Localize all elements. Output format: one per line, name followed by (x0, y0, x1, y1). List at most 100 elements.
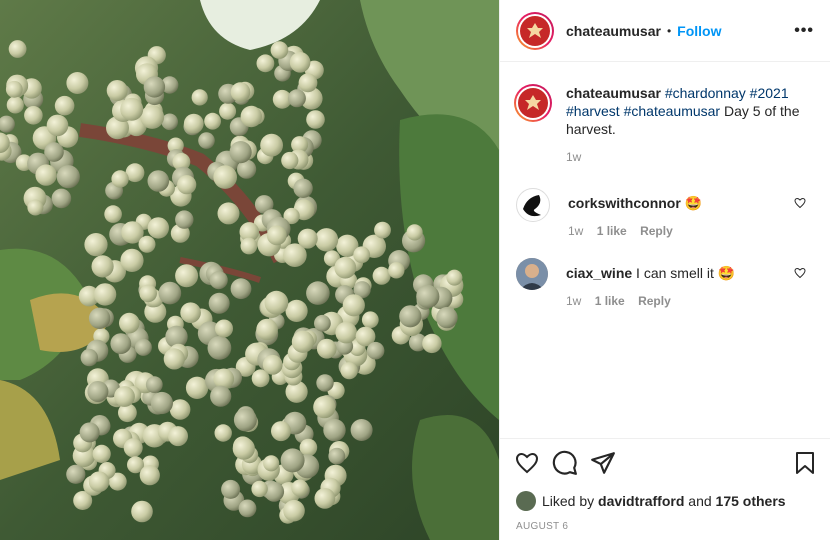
caption-time[interactable]: 1w (566, 148, 806, 166)
grape (80, 348, 99, 367)
comment-likes[interactable]: 1 like (597, 224, 627, 238)
like-comment-heart-icon[interactable] (794, 266, 806, 282)
grape (198, 132, 215, 149)
grape (283, 499, 305, 522)
commenter-avatar[interactable] (516, 258, 548, 290)
grape (260, 133, 283, 157)
likes-others[interactable]: 175 others (716, 493, 786, 509)
grape (24, 106, 43, 125)
comment-meta: 1w 1 like Reply (568, 224, 814, 238)
like-comment-heart-icon[interactable] (794, 196, 806, 212)
grape (297, 228, 318, 249)
grape (8, 40, 27, 58)
grape (191, 89, 208, 106)
grape (183, 113, 204, 134)
grape (316, 374, 334, 392)
grape (56, 165, 80, 189)
grape (147, 170, 170, 192)
caption-text: chateaumusar #chardonnay #2021 #harvest … (566, 84, 806, 166)
comment-time[interactable]: 1w (568, 224, 583, 238)
grape (323, 418, 346, 442)
grape (399, 305, 422, 328)
grape (104, 205, 122, 223)
grape (84, 233, 108, 257)
grape (316, 338, 337, 359)
grape (366, 341, 385, 360)
comment-time[interactable]: 1w (566, 294, 581, 308)
grape (139, 465, 160, 486)
post-header: chateaumusar • Follow ••• (500, 0, 830, 62)
comment-username[interactable]: corkswithconnor (568, 195, 681, 211)
grape (138, 235, 156, 253)
grape (215, 319, 233, 338)
post-date[interactable]: AUGUST 6 (500, 511, 830, 532)
caption-avatar[interactable] (514, 84, 552, 122)
share-icon[interactable] (590, 450, 616, 479)
grape (262, 354, 283, 375)
heart-icon[interactable] (514, 451, 540, 478)
more-options-icon[interactable]: ••• (794, 22, 814, 40)
grape (106, 80, 128, 101)
comment-likes[interactable]: 1 like (595, 294, 625, 308)
grape-photo-image (0, 0, 499, 540)
grape (214, 424, 232, 442)
comment-icon[interactable] (552, 450, 578, 479)
grape (46, 114, 69, 137)
liker-username[interactable]: davidtrafford (598, 493, 684, 509)
grape (291, 330, 314, 353)
avatar[interactable] (516, 11, 554, 50)
grape (256, 318, 278, 341)
hashtag[interactable]: #harvest (566, 103, 620, 119)
commenter-avatar[interactable] (516, 188, 550, 222)
grape (233, 408, 257, 432)
grape (131, 500, 153, 523)
grape (213, 368, 235, 390)
grape (88, 471, 110, 493)
grape (342, 294, 365, 317)
comment-text: I can smell it 🤩 (636, 265, 736, 281)
post-photo[interactable] (0, 0, 499, 540)
bookmark-icon[interactable] (793, 450, 817, 479)
grape (264, 290, 289, 315)
grape (298, 73, 318, 93)
comment-username[interactable]: ciax_wine (566, 265, 632, 281)
grape (314, 228, 339, 252)
header-username[interactable]: chateaumusar (566, 23, 661, 39)
grape (361, 311, 379, 329)
grape (134, 338, 152, 356)
grape (280, 448, 305, 473)
grape (291, 479, 309, 497)
grape (217, 202, 240, 225)
instagram-post: chateaumusar • Follow ••• chateaumusar #… (0, 0, 830, 540)
grape (139, 284, 157, 303)
liker-avatar[interactable] (516, 491, 536, 511)
hashtag[interactable]: #chardonnay (665, 85, 746, 101)
follow-button[interactable]: Follow (677, 23, 721, 39)
grape (372, 266, 391, 285)
grape (238, 499, 257, 518)
separator-dot: • (666, 23, 672, 38)
grape (92, 444, 111, 463)
comment: ciax_wine I can smell it 🤩 1w 1 like Rep… (500, 258, 830, 308)
grape (120, 248, 144, 272)
grape (314, 314, 331, 332)
grape (145, 376, 163, 393)
grape (416, 284, 440, 309)
grape (140, 105, 165, 129)
grape (388, 262, 405, 279)
grape (314, 488, 336, 509)
grape (334, 256, 357, 279)
comment-line: ciax_wine I can smell it 🤩 (566, 264, 814, 282)
grape (5, 80, 23, 98)
grape (263, 455, 280, 472)
grape (110, 333, 132, 354)
reply-button[interactable]: Reply (640, 224, 673, 238)
grape (271, 421, 291, 442)
hashtag[interactable]: #chateaumusar (624, 103, 721, 119)
caption-username[interactable]: chateaumusar (566, 85, 661, 101)
hashtag[interactable]: #2021 (750, 85, 789, 101)
reply-button[interactable]: Reply (638, 294, 671, 308)
grape (54, 95, 75, 116)
grape (175, 264, 199, 288)
grape (436, 306, 458, 329)
